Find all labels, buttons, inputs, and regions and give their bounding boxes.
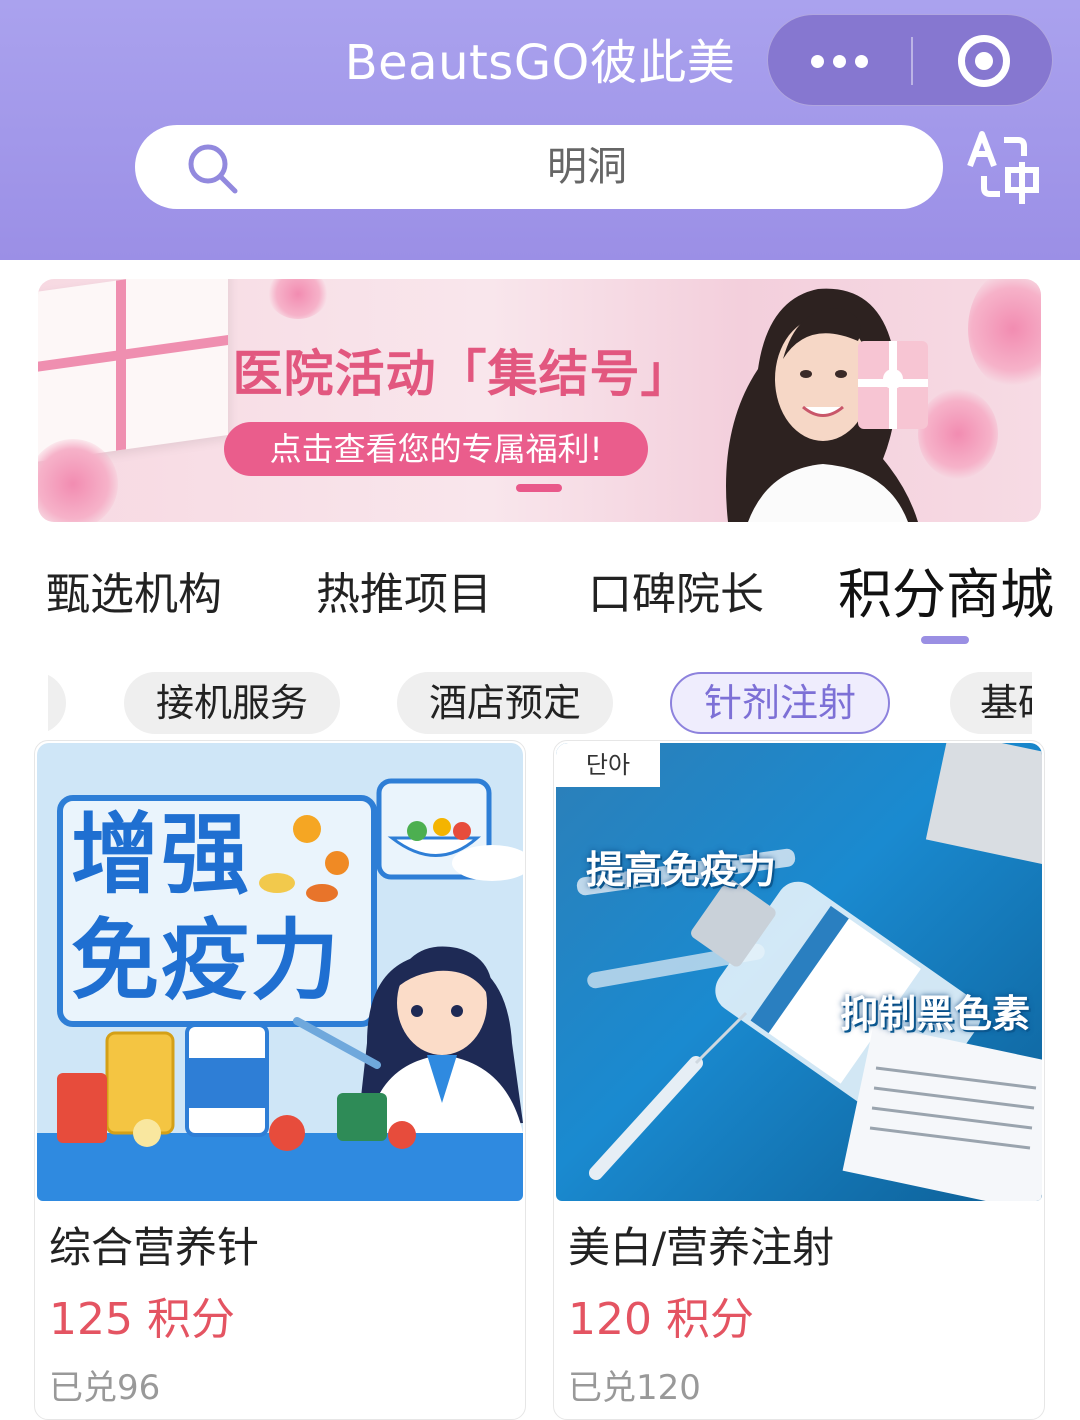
banner-title: 医院活动「集结号」	[232, 344, 692, 403]
close-target-icon[interactable]	[958, 35, 1010, 87]
tab-reputable-directors[interactable]: 口碑院长	[588, 560, 764, 630]
mini-program-capsule	[767, 14, 1053, 106]
translate-icon[interactable]	[966, 130, 1042, 206]
chip-partial[interactable]	[48, 672, 66, 734]
tab-selected-institutions[interactable]: 甄选机构	[46, 560, 222, 630]
active-tab-indicator	[921, 636, 969, 644]
chip-hotel-booking[interactable]: 酒店预定	[397, 672, 613, 734]
product-title: 综合营养针	[49, 1223, 260, 1272]
product-card[interactable]: 增强 免疫力 综合营养针 125 积分 已兑96	[34, 740, 526, 1420]
capsule-divider	[911, 37, 913, 85]
banner-page-indicator	[516, 484, 562, 492]
brand-tag: 단아	[556, 743, 660, 787]
tab-hot-projects[interactable]: 热推项目	[316, 560, 492, 630]
illustration-doctor	[37, 778, 523, 1201]
flower-decoration	[968, 279, 1041, 389]
product-price: 125 积分	[49, 1294, 235, 1345]
gift-box-image	[38, 279, 228, 464]
chip-injections[interactable]: 针剂注射	[670, 672, 890, 734]
more-menu-button[interactable]	[768, 15, 910, 107]
more-dot-icon	[832, 54, 846, 68]
product-title: 美白/营养注射	[568, 1223, 835, 1272]
search-bar[interactable]: 明洞	[135, 125, 943, 209]
promo-banner[interactable]: 医院活动「集结号」 点击查看您的专属福利!	[38, 279, 1041, 522]
product-image: 增强 免疫力	[37, 743, 523, 1201]
banner-cta[interactable]: 点击查看您的专属福利!	[224, 422, 648, 476]
more-dot-icon	[854, 54, 868, 68]
model-photo	[726, 288, 928, 522]
product-price: 120 积分	[568, 1294, 754, 1345]
chip-basic[interactable]: 基础	[950, 672, 1032, 734]
illustration-vial	[576, 743, 1042, 1201]
app-title: BeautsGO彼此美	[344, 35, 736, 91]
image-text-line: 抑制黑色素	[840, 992, 1031, 1036]
tab-points-mall[interactable]: 积分商城	[838, 560, 1054, 630]
category-chip-row[interactable]: 接机服务 酒店预定 针剂注射 基础	[48, 672, 1032, 734]
chip-airport-pickup[interactable]: 接机服务	[124, 672, 340, 734]
search-input[interactable]: 明洞	[135, 125, 1039, 209]
top-header: BeautsGO彼此美 明洞	[0, 0, 1080, 260]
image-text-line: 提高免疫力	[586, 848, 777, 892]
product-image: 단아 提高免疫力 抑制黑色素	[556, 743, 1042, 1201]
more-dot-icon	[810, 54, 824, 68]
product-card[interactable]: 단아 提高免疫力 抑制黑色素 美白/营养注射 120 积分 已兑120	[553, 740, 1045, 1420]
flower-decoration	[268, 279, 328, 319]
